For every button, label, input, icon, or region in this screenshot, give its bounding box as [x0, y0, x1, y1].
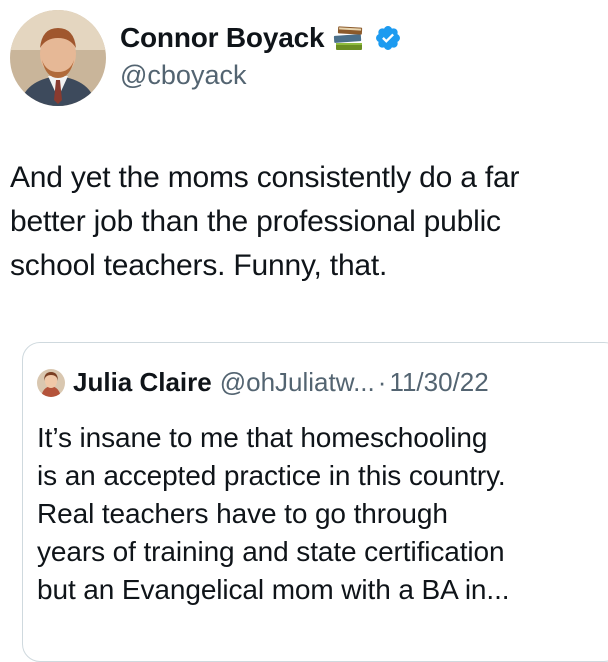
name-row: Connor Boyack	[120, 20, 402, 56]
quoted-tweet-date[interactable]: 11/30/22	[389, 367, 488, 398]
author-avatar[interactable]	[10, 10, 106, 106]
author-handle[interactable]: @cboyack	[120, 60, 402, 91]
quoted-tweet-card[interactable]: Julia Claire @ohJuliatw... · 11/30/22 It…	[22, 342, 608, 662]
tweet: Connor Boyack @cboyack And yet the moms	[0, 0, 608, 662]
quoted-author-avatar[interactable]	[37, 368, 65, 397]
quoted-text-line: is an accepted practice in this country.	[37, 460, 506, 491]
author-info: Connor Boyack @cboyack	[120, 20, 402, 91]
quoted-text-line: It’s insane to me that homeschooling	[37, 422, 488, 453]
quoted-author-handle[interactable]: @ohJuliatw...	[220, 367, 375, 398]
quoted-tweet-header: Julia Claire @ohJuliatw... · 11/30/22	[37, 367, 489, 398]
quoted-text-line: but an Evangelical mom with a BA in...	[37, 574, 510, 605]
tweet-text: And yet the moms consistently do a far b…	[10, 156, 600, 288]
separator-dot: ·	[377, 367, 387, 397]
tweet-text-line: school teachers. Funny, that.	[10, 249, 388, 282]
tweet-text-line: And yet the moms consistently do a far	[10, 161, 520, 194]
verified-badge-icon	[374, 24, 402, 52]
quoted-text-line: years of training and state certificatio…	[37, 536, 505, 567]
tweet-text-line: better job than the professional public	[10, 205, 501, 238]
author-display-name[interactable]: Connor Boyack	[120, 22, 325, 54]
books-icon	[332, 23, 366, 53]
quoted-tweet-text: It’s insane to me that homeschooling is …	[37, 419, 597, 609]
quoted-text-line: Real teachers have to go through	[37, 498, 448, 529]
quoted-author-name[interactable]: Julia Claire	[73, 367, 212, 398]
